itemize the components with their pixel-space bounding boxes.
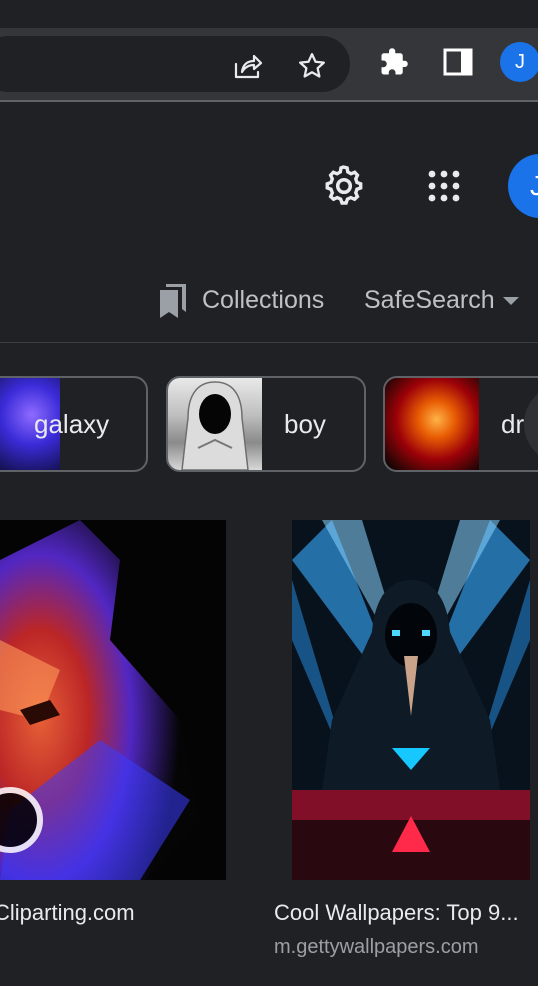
browser-window: J J Collections SafeSearch galaxy boy dr…: [0, 0, 538, 986]
apps-grid-icon[interactable]: [422, 164, 466, 208]
extensions-icon[interactable]: [378, 46, 410, 78]
bookmarks-icon: [160, 284, 186, 318]
chip-galaxy[interactable]: galaxy: [0, 376, 148, 472]
star-icon[interactable]: [296, 50, 328, 82]
chip-dragon[interactable]: dr: [383, 376, 538, 472]
address-bar[interactable]: [0, 36, 350, 92]
collections-label: Collections: [202, 285, 325, 314]
browser-toolbar: J: [0, 28, 538, 100]
gear-icon[interactable]: [322, 164, 366, 208]
chevron-down-icon: [502, 297, 519, 305]
result-image-wolf[interactable]: [0, 520, 226, 880]
result-title[interactable]: Cool Wallpapers: Top 9...: [274, 900, 519, 926]
search-tools-row: Collections SafeSearch: [0, 278, 538, 322]
safesearch-label: SafeSearch: [364, 285, 495, 314]
tab-strip: [0, 0, 538, 28]
side-panel-icon[interactable]: [442, 46, 474, 78]
collections-link[interactable]: Collections: [158, 278, 324, 322]
chip-label: boy: [284, 408, 326, 439]
chip-label: dr: [501, 408, 525, 439]
chip-label: galaxy: [34, 408, 110, 439]
google-account-avatar[interactable]: J: [508, 154, 538, 218]
share-icon[interactable]: [232, 50, 264, 82]
chip-thumbnail: [385, 378, 479, 470]
toolbar-divider: [0, 100, 538, 102]
result-image-hooded-figure[interactable]: [292, 520, 530, 880]
safesearch-dropdown[interactable]: SafeSearch: [364, 278, 519, 322]
chip-boy[interactable]: boy: [166, 376, 366, 472]
browser-profile-avatar[interactable]: J: [500, 42, 538, 82]
chip-thumbnail: [168, 378, 262, 470]
result-source[interactable]: m.gettywallpapers.com: [274, 936, 479, 959]
result-title[interactable]: Cliparting.com: [0, 900, 135, 926]
tools-divider: [0, 342, 538, 343]
